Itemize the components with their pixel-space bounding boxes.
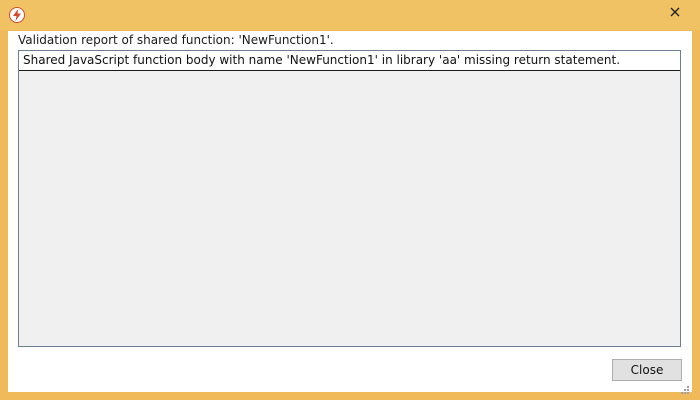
report-heading: Validation report of shared function: 'N… (18, 33, 334, 47)
title-bar (0, 0, 700, 30)
report-item-text: Shared JavaScript function body with nam… (23, 53, 621, 67)
report-list-item[interactable]: Shared JavaScript function body with nam… (19, 51, 680, 71)
dialog-body: Validation report of shared function: 'N… (8, 31, 692, 394)
validation-report-window: Validation report of shared function: 'N… (0, 0, 700, 400)
close-icon[interactable] (661, 1, 689, 23)
resize-grip-icon[interactable] (680, 380, 690, 394)
close-button[interactable]: Close (612, 359, 682, 381)
flash-icon (9, 7, 25, 23)
report-list[interactable]: Shared JavaScript function body with nam… (18, 50, 681, 347)
